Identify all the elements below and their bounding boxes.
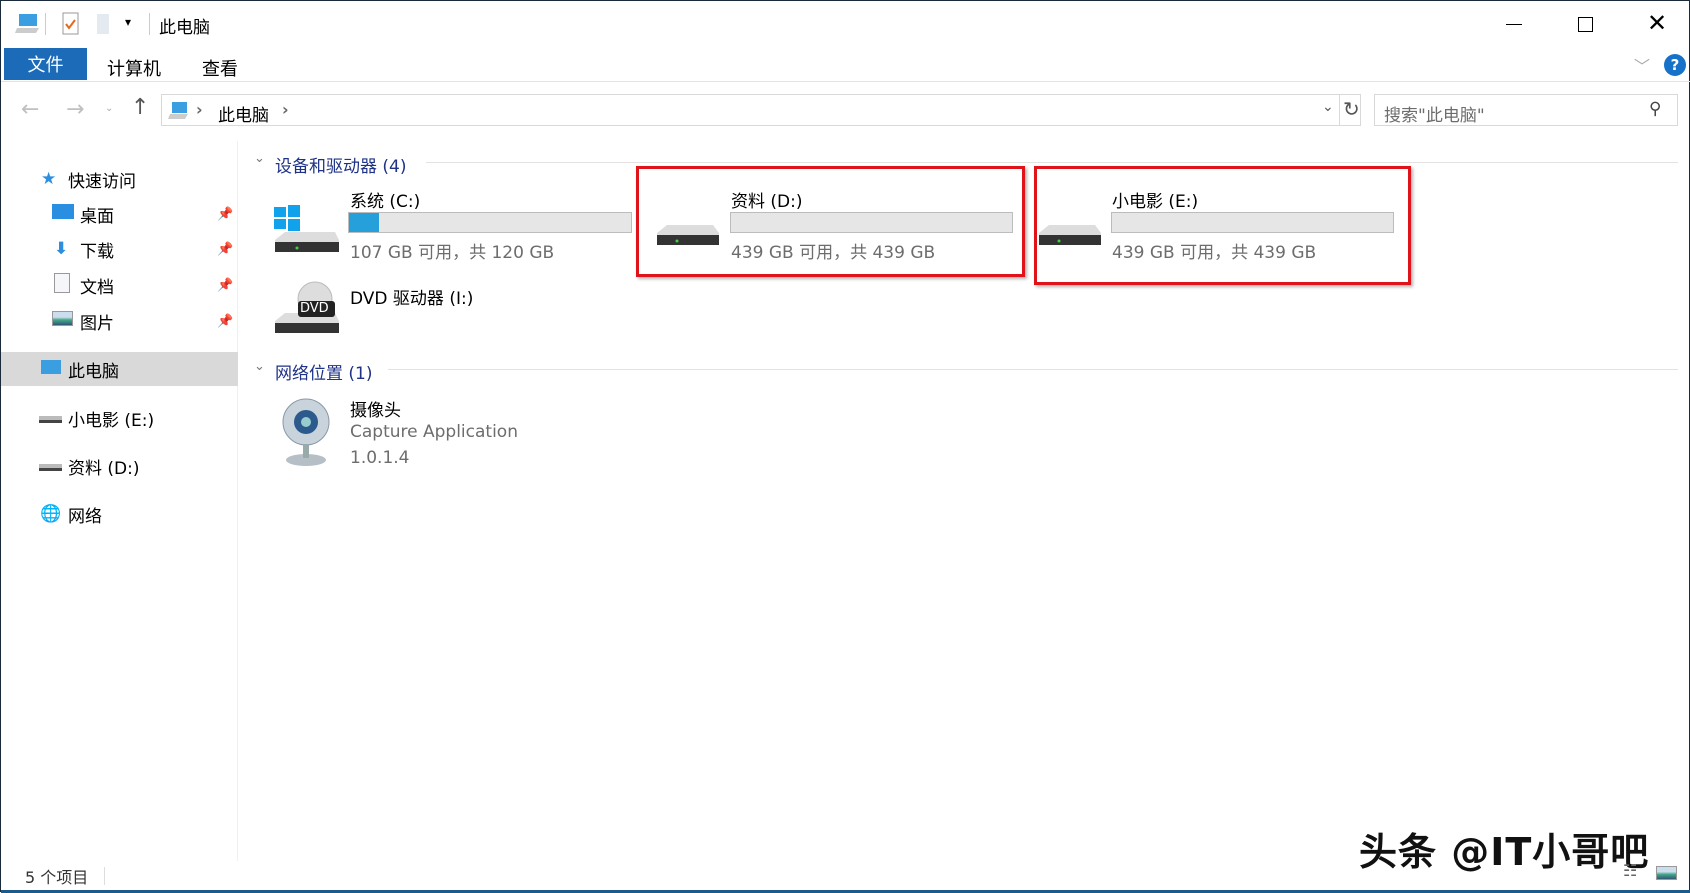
dvd-drive[interactable]: DVD bbox=[271, 281, 341, 345]
pin-icon[interactable]: 📌 bbox=[217, 207, 233, 222]
window-title: 此电脑 bbox=[159, 18, 210, 38]
refresh-button[interactable]: ↻ bbox=[1343, 97, 1360, 121]
minimize-button[interactable] bbox=[1506, 24, 1522, 25]
sidebar-item-drive-e[interactable]: 小电影 (E:) bbox=[1, 401, 238, 435]
forward-button[interactable]: → bbox=[66, 97, 84, 122]
close-button[interactable]: ✕ bbox=[1647, 9, 1667, 37]
star-icon: ★ bbox=[41, 169, 57, 189]
drive-icon bbox=[1039, 225, 1101, 245]
tab-file[interactable]: 文件 bbox=[4, 48, 87, 80]
item-count: 5 个项目 bbox=[25, 868, 89, 887]
sidebar-item-desktop[interactable]: 桌面 📌 bbox=[1, 197, 238, 231]
maximize-button[interactable] bbox=[1578, 17, 1593, 32]
properties-icon[interactable] bbox=[62, 12, 80, 36]
drive-c-name: 系统 (C:) bbox=[350, 192, 421, 212]
back-button[interactable]: ← bbox=[21, 97, 39, 122]
navigation-pane: ★ 快速访问 桌面 📌 ⬇ 下载 📌 文档 📌 图片 📌 此电脑 小电影 (E:) 资料 (… bbox=[1, 141, 238, 861]
webcam-description: Capture Application bbox=[350, 422, 518, 442]
drive-c-usage-bar bbox=[348, 212, 632, 233]
group-header-devices[interactable]: 设备和驱动器 (4) bbox=[275, 152, 406, 177]
webcam-icon bbox=[282, 398, 330, 466]
large-icons-view-button[interactable] bbox=[1656, 866, 1677, 880]
drive-icon bbox=[657, 225, 719, 245]
drive-e-usage-bar bbox=[1111, 212, 1394, 233]
address-bar[interactable]: › 此电脑 › ⌄ ↻ bbox=[161, 94, 1361, 126]
sidebar-item-pictures[interactable]: 图片 📌 bbox=[1, 304, 238, 338]
pictures-icon bbox=[52, 311, 73, 326]
breadcrumb-this-pc[interactable]: 此电脑 bbox=[218, 101, 269, 126]
drive-c-info: 107 GB 可用，共 120 GB bbox=[350, 243, 555, 263]
breadcrumb-separator-icon: › bbox=[196, 100, 203, 119]
computer-icon bbox=[41, 360, 61, 374]
details-view-button[interactable]: ☷ bbox=[1623, 861, 1637, 880]
dvd-drive-name[interactable]: DVD 驱动器 (I:) bbox=[350, 284, 473, 309]
pin-icon[interactable]: 📌 bbox=[217, 278, 233, 293]
new-folder-icon[interactable] bbox=[96, 13, 110, 35]
drive-c[interactable] bbox=[271, 204, 341, 264]
drive-d-usage-bar bbox=[730, 212, 1013, 233]
windows-drive-icon bbox=[274, 205, 339, 252]
drive-d-info: 439 GB 可用，共 439 GB bbox=[731, 243, 936, 263]
usage-fill bbox=[349, 213, 380, 232]
recent-locations-icon[interactable]: ⌄ bbox=[105, 103, 113, 114]
breadcrumb-chevron-icon[interactable]: › bbox=[282, 100, 289, 119]
sidebar-item-quick-access[interactable]: ★ 快速访问 bbox=[1, 162, 238, 196]
sidebar-item-documents[interactable]: 文档 📌 bbox=[1, 268, 238, 302]
customize-toolbar-icon[interactable]: ▾ bbox=[125, 15, 131, 29]
pin-icon[interactable]: 📌 bbox=[217, 314, 233, 329]
webcam-version: 1.0.1.4 bbox=[350, 448, 410, 468]
drive-e-name[interactable]: 小电影 (E:) bbox=[1112, 187, 1198, 212]
search-input[interactable]: 搜索"此电脑" bbox=[1384, 101, 1485, 126]
expand-ribbon-icon[interactable]: ﹀ bbox=[1634, 53, 1650, 77]
download-icon: ⬇ bbox=[54, 239, 69, 259]
collapse-network-icon[interactable]: ⌄ bbox=[254, 359, 265, 374]
ribbon bbox=[1, 48, 1690, 82]
tab-view[interactable]: 查看 bbox=[202, 55, 238, 81]
sidebar-item-this-pc[interactable]: 此电脑 bbox=[1, 352, 238, 386]
drive-d-name[interactable]: 资料 (D:) bbox=[731, 187, 803, 212]
drive-e-info: 439 GB 可用，共 439 GB bbox=[1112, 243, 1317, 263]
webcam-name[interactable]: 摄像头 bbox=[350, 396, 401, 421]
pin-icon[interactable]: 📌 bbox=[217, 242, 233, 257]
search-icon[interactable]: ⚲ bbox=[1649, 99, 1661, 119]
computer-icon bbox=[168, 102, 188, 119]
tab-computer[interactable]: 计算机 bbox=[107, 55, 161, 81]
up-button[interactable]: ↑ bbox=[131, 95, 149, 120]
drive-icon bbox=[39, 416, 62, 423]
network-icon: 🌐 bbox=[40, 504, 62, 524]
title-bar: ▾ 此电脑 ✕ bbox=[1, 1, 1690, 48]
computer-icon bbox=[15, 14, 39, 33]
status-bar: 5 个项目 ☷ bbox=[1, 861, 1690, 893]
sidebar-item-network[interactable]: 🌐 网络 bbox=[1, 497, 238, 531]
address-dropdown-icon[interactable]: ⌄ bbox=[1322, 99, 1334, 115]
document-icon bbox=[54, 272, 70, 293]
search-box[interactable]: 搜索"此电脑" ⚲ bbox=[1374, 94, 1678, 126]
dvd-label: DVD bbox=[300, 301, 329, 316]
desktop-icon bbox=[52, 204, 74, 219]
sidebar-item-downloads[interactable]: ⬇ 下载 📌 bbox=[1, 232, 238, 266]
help-icon[interactable]: ? bbox=[1664, 54, 1686, 76]
drive-icon bbox=[39, 464, 62, 471]
group-header-network[interactable]: 网络位置 (1) bbox=[275, 359, 372, 384]
sidebar-item-drive-d[interactable]: 资料 (D:) bbox=[1, 449, 238, 483]
collapse-devices-icon[interactable]: ⌄ bbox=[254, 151, 265, 166]
